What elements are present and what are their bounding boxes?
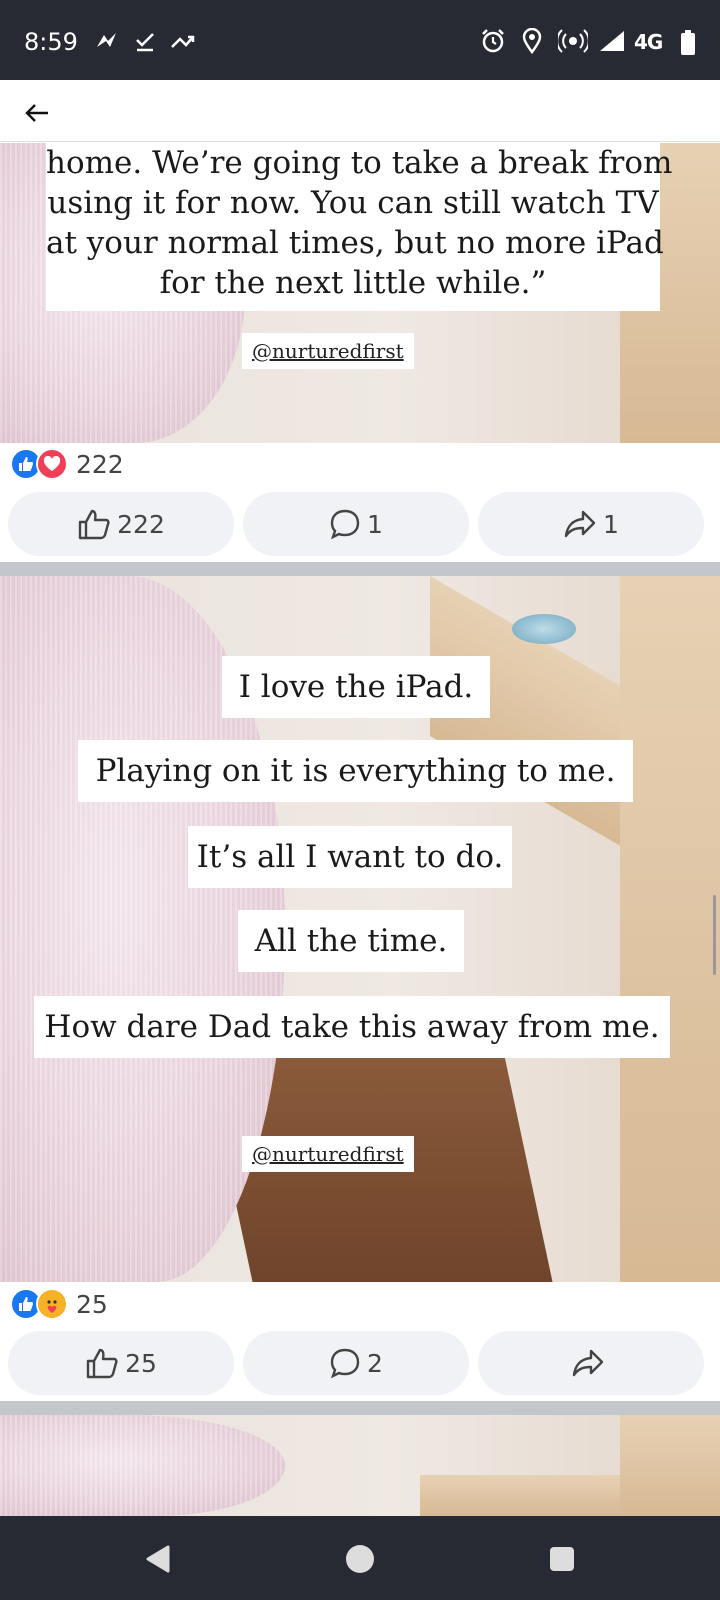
missed-call-icon (170, 28, 196, 54)
caption-line: I love the iPad. (222, 656, 490, 718)
app-header (0, 80, 720, 142)
love-reaction-icon (36, 448, 68, 480)
sweater-image (0, 1415, 285, 1516)
square-recents-icon (550, 1547, 574, 1571)
triangle-back-icon (146, 1545, 170, 1573)
comment-icon (330, 1348, 360, 1379)
post-caption: home. We’re going to take a break from u… (46, 143, 673, 311)
alarm-icon (480, 28, 506, 54)
share-icon (572, 1349, 604, 1377)
reaction-count: 222 (76, 449, 124, 479)
battery-icon (680, 30, 696, 56)
check-icon (134, 28, 156, 54)
circle-home-icon (346, 1545, 374, 1573)
comment-icon (330, 509, 360, 540)
nav-home-button[interactable] (340, 1542, 380, 1576)
status-time: 8:59 (24, 28, 78, 56)
post-image[interactable]: I love the iPad. Playing on it is everyt… (0, 576, 720, 1282)
reaction-summary[interactable]: 25 (10, 1287, 108, 1321)
credit-label: @nurturedfirst (242, 1136, 414, 1172)
post-image[interactable]: home. We’re going to take a break from u… (0, 143, 720, 443)
network-type: 4G (634, 30, 663, 54)
caption-line: It’s all I want to do. (188, 826, 512, 888)
like-count: 25 (125, 1348, 157, 1378)
caption-line: using it for now. You can still watch TV (47, 185, 659, 221)
hotspot-icon (558, 28, 588, 54)
caption-line: How dare Dad take this away from me. (34, 996, 670, 1058)
credit-label: @nurturedfirst (242, 333, 414, 369)
reaction-summary[interactable]: 222 (10, 447, 124, 481)
location-icon (522, 28, 542, 54)
like-button[interactable]: 25 (8, 1331, 234, 1395)
caption-line: Playing on it is everything to me. (78, 740, 633, 802)
share-icon (564, 510, 596, 538)
messenger-icon (94, 28, 120, 54)
caption-line: for the next little while.” (159, 265, 547, 301)
caption-line: All the time. (238, 910, 464, 972)
post-divider (0, 562, 720, 576)
back-arrow-icon (25, 104, 48, 122)
post-image[interactable] (0, 1415, 720, 1516)
thumbs-up-icon (78, 509, 110, 540)
back-button[interactable] (24, 96, 64, 128)
like-button[interactable]: 222 (8, 492, 234, 556)
signal-icon (598, 28, 626, 54)
status-bar: 8:59 4G (0, 0, 720, 80)
scrollbar[interactable] (713, 895, 716, 975)
reaction-count: 25 (76, 1289, 108, 1319)
share-count: 1 (603, 509, 619, 539)
comment-count: 2 (367, 1348, 383, 1378)
comment-button[interactable]: 1 (243, 492, 469, 556)
glass-jar-image (512, 614, 576, 644)
share-button[interactable]: 1 (478, 492, 704, 556)
comment-count: 1 (367, 509, 383, 539)
thumbs-up-icon (86, 1348, 118, 1379)
comment-button[interactable]: 2 (243, 1331, 469, 1395)
care-reaction-icon (36, 1288, 68, 1320)
share-button[interactable] (478, 1331, 704, 1395)
navigation-bar (0, 1516, 720, 1600)
like-count: 222 (117, 509, 165, 539)
caption-line: home. We’re going to take a break from (46, 145, 673, 181)
caption-line: at your normal times, but no more iPad (46, 225, 664, 261)
post-divider (0, 1401, 720, 1415)
nav-back-button[interactable] (138, 1542, 178, 1576)
nav-recents-button[interactable] (542, 1542, 582, 1576)
